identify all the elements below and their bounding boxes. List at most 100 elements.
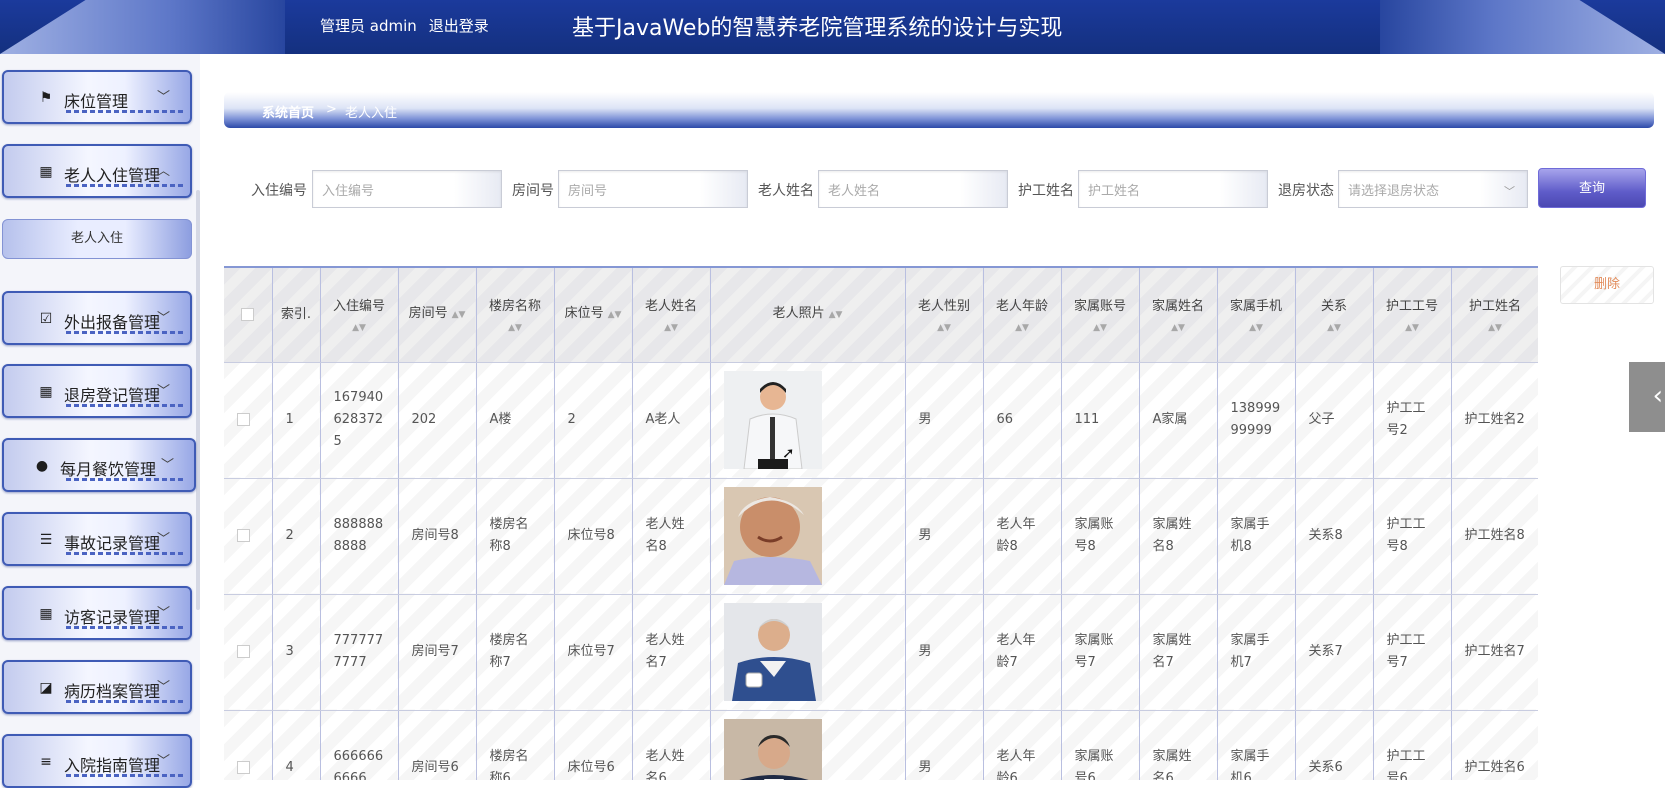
select-all-checkbox[interactable] — [241, 307, 255, 321]
nurse-name-label: 护工姓名 — [1018, 183, 1074, 199]
sort-icon[interactable]: ▲▼ — [452, 310, 466, 320]
sidebar-menu-accidents[interactable]: ☰ 事故记录管理 ﹀ — [2, 512, 192, 566]
menu-underline — [66, 184, 184, 187]
row-checkbox[interactable] — [237, 645, 250, 658]
sort-icon[interactable]: ▲▼ — [990, 322, 1055, 334]
sidebar-menu-outing[interactable]: ☑ 外出报备管理 ﹀ — [2, 291, 192, 345]
menu-underline — [66, 478, 184, 481]
cell-family-phone: 家属手机8 — [1217, 478, 1296, 595]
menu-underline — [66, 331, 184, 334]
sort-icon[interactable]: ▲▼ — [1380, 322, 1445, 334]
cell-age: 66 — [983, 362, 1062, 479]
cell-building: A楼 — [476, 362, 555, 479]
header-label: 入住编号 — [332, 298, 385, 314]
sort-icon[interactable]: ▲▼ — [327, 322, 392, 334]
sort-icon[interactable]: ▲▼ — [1068, 322, 1133, 334]
elder-photo[interactable] — [723, 371, 822, 469]
table-row[interactable]: 3 7777777777 房间号7 楼房名称7 床位号7 老人姓名7 男 老人年… — [224, 594, 1538, 711]
table-row[interactable]: 2 8888888888 房间号8 楼房名称8 床位号8 老人姓名8 男 老人年… — [224, 478, 1538, 595]
col-family-phone[interactable]: 家属手机 ▲▼ — [1217, 268, 1296, 363]
col-family-account[interactable]: 家属账号 ▲▼ — [1061, 268, 1140, 363]
col-checkin-no[interactable]: 入住编号 ▲▼ — [320, 268, 399, 363]
col-relation[interactable]: 关系 ▲▼ — [1295, 268, 1374, 363]
sort-icon[interactable]: ▲▼ — [1302, 322, 1367, 334]
chevron-down-icon: ﹀ — [156, 90, 170, 105]
col-family-name[interactable]: 家属姓名 ▲▼ — [1139, 268, 1218, 363]
col-gender[interactable]: 老人性别 ▲▼ — [905, 268, 984, 363]
table-row[interactable]: 4 6666666666 房间号6 楼房名称6 床位号6 老人姓名6 男 老人年… — [224, 710, 1538, 780]
col-nurse-name[interactable]: 护工姓名 ▲▼ — [1451, 268, 1538, 363]
checkin-no-input[interactable]: 入住编号 — [312, 170, 502, 208]
sidebar-menu-bed[interactable]: ⚑ 床位管理 ﹀ — [2, 70, 192, 124]
delete-button[interactable]: 删除 — [1560, 266, 1654, 304]
sort-icon[interactable]: ▲▼ — [1458, 322, 1533, 334]
sidebar-scrollbar[interactable] — [196, 190, 200, 610]
header-label: 老人照片 — [772, 306, 825, 322]
top-header: 管理员 admin 退出登录 基于JavaWeb的智慧养老院管理系统的设计与实现 — [0, 0, 1665, 54]
sidebar-menu-checkout[interactable]: ▦ 退房登记管理 ﹀ — [2, 364, 192, 418]
header-label: 家属手机 — [1229, 298, 1282, 314]
cell-family-name: 家属姓名7 — [1139, 594, 1218, 711]
col-elder-name[interactable]: 老人姓名 ▲▼ — [632, 268, 711, 363]
col-bed-no[interactable]: 床位号 ▲▼ — [554, 268, 633, 363]
nurse-name-input[interactable]: 护工姓名 — [1078, 170, 1268, 208]
col-building[interactable]: 楼房名称 ▲▼ — [476, 268, 555, 363]
user-label: 管理员 admin — [320, 17, 417, 35]
cell-elder-name: 老人姓名7 — [632, 594, 711, 711]
cell-nurse-name: 护工姓名8 — [1451, 478, 1538, 595]
checkin-no-label: 入住编号 — [251, 183, 307, 199]
header-label: 楼房名称 — [488, 298, 541, 314]
logout-link[interactable]: 退出登录 — [429, 17, 489, 35]
cell-family-phone: 家属手机7 — [1217, 594, 1296, 711]
elder-name-input[interactable]: 老人姓名 — [818, 170, 1008, 208]
cell-room-no: 202 — [398, 362, 477, 479]
menu-underline — [66, 774, 184, 777]
mouse-cursor-icon: ➚ — [782, 444, 795, 462]
sort-icon[interactable]: ▲▼ — [829, 310, 843, 320]
menu-underline — [66, 110, 184, 113]
sort-icon[interactable]: ▲▼ — [912, 322, 977, 334]
cell-elder-name: 老人姓名8 — [632, 478, 711, 595]
sidebar-submenu-checkin[interactable]: 老人入住 — [2, 219, 192, 259]
col-photo[interactable]: 老人照片 ▲▼ — [710, 268, 906, 363]
chevron-up-icon: ︿ — [156, 164, 170, 179]
chart-icon: ◪ — [39, 680, 53, 696]
sidebar-menu-label: 事故记录管理 — [64, 534, 161, 553]
sidebar-menu-meals[interactable]: ● 每月餐饮管理 ﹀ — [2, 438, 196, 492]
table-row[interactable]: 1 1679406283725 202 A楼 2 A老人 男 66 111 A家… — [224, 362, 1538, 479]
menu-underline — [66, 404, 184, 407]
row-checkbox[interactable] — [237, 761, 250, 774]
cell-nurse-no: 护工工号6 — [1373, 710, 1452, 780]
sort-icon[interactable]: ▲▼ — [1146, 322, 1211, 334]
elder-photo[interactable] — [723, 487, 822, 585]
cell-age: 老人年龄6 — [983, 710, 1062, 780]
row-checkbox[interactable] — [237, 529, 250, 542]
header-right-wing — [1380, 0, 1665, 54]
cell-index: 1 — [272, 362, 321, 479]
cell-relation: 关系8 — [1295, 478, 1374, 595]
col-room-no[interactable]: 房间号 ▲▼ — [398, 268, 477, 363]
col-nurse-no[interactable]: 护工工号 ▲▼ — [1373, 268, 1452, 363]
sort-icon[interactable]: ▲▼ — [608, 310, 622, 320]
query-button[interactable]: 查询 — [1538, 168, 1646, 208]
sidebar-menu-medical[interactable]: ◪ 病历档案管理 ﹀ — [2, 660, 192, 714]
sidebar-menu-checkin[interactable]: ▦ 老人入住管理 ︿ — [2, 144, 192, 198]
sort-icon[interactable]: ▲▼ — [483, 322, 548, 334]
sort-icon[interactable]: ▲▼ — [1224, 322, 1289, 334]
breadcrumb-home[interactable]: 系统首页 — [262, 102, 314, 121]
row-checkbox[interactable] — [237, 413, 250, 426]
cell-bed-no: 床位号6 — [554, 710, 633, 780]
menu-underline — [66, 626, 184, 629]
sidebar-menu-visitors[interactable]: ▦ 访客记录管理 ﹀ — [2, 586, 192, 640]
col-age[interactable]: 老人年龄 ▲▼ — [983, 268, 1062, 363]
collapse-panel-tab[interactable]: ‹ — [1629, 362, 1665, 432]
sort-icon[interactable]: ▲▼ — [639, 322, 704, 334]
chevron-down-icon: ﹀ — [156, 606, 170, 621]
checkout-status-select[interactable]: 请选择退房状态 ﹀ — [1338, 170, 1528, 208]
elder-photo[interactable] — [723, 719, 822, 780]
elder-photo[interactable] — [723, 603, 822, 701]
sidebar-menu-label: 每月餐饮管理 — [60, 460, 157, 479]
breadcrumb: 系统首页 > 老人入住 — [224, 92, 1654, 128]
room-no-input[interactable]: 房间号 — [558, 170, 748, 208]
header-label: 老人年龄 — [995, 298, 1048, 314]
